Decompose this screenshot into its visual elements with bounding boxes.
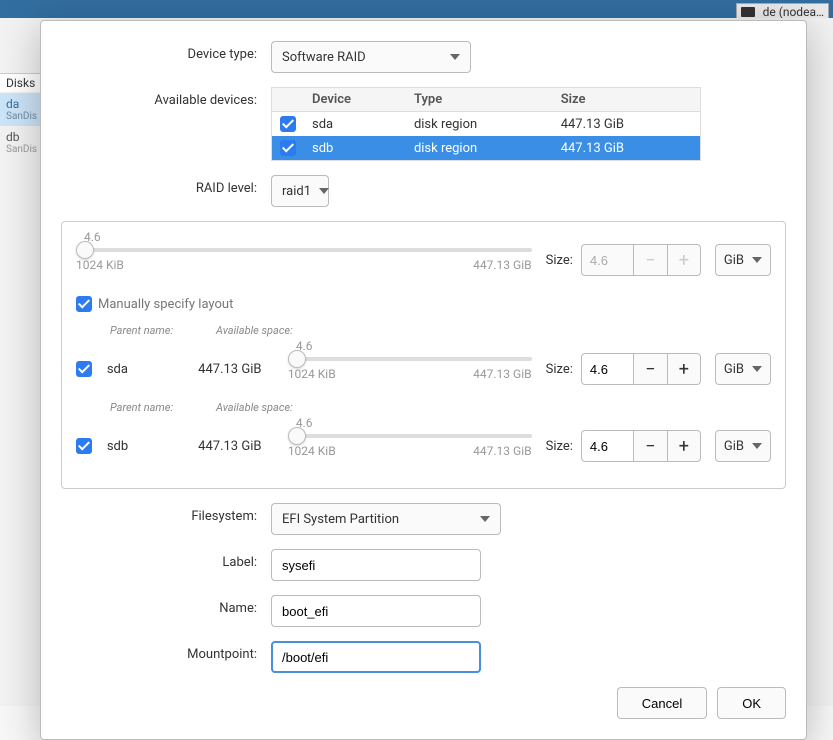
col-size[interactable]: Size xyxy=(553,88,701,112)
cancel-button[interactable]: Cancel xyxy=(617,687,707,719)
slider-min: 1024 KiB xyxy=(288,444,336,458)
available-devices-label: Available devices: xyxy=(61,87,271,108)
layout-slider-sdb[interactable]: 4.6 1024 KiB 447.13 GiB xyxy=(288,418,532,474)
cell-type: disk region xyxy=(406,112,553,137)
disks-sidebar: da SanDis db SanDis xyxy=(0,93,40,159)
raid-level-label: RAID level: xyxy=(61,175,271,196)
size-decrement[interactable]: − xyxy=(633,430,667,462)
sidebar-disk-sub: SanDis xyxy=(6,144,34,155)
chevron-down-icon xyxy=(752,366,762,372)
filesystem-label: Filesystem: xyxy=(61,503,271,524)
slider-max: 447.13 GiB xyxy=(473,444,531,458)
size-label: Size: xyxy=(546,362,573,377)
unit-value: GiB xyxy=(724,253,744,268)
cell-size: 447.13 GiB xyxy=(553,112,701,137)
mountpoint-label: Mountpoint: xyxy=(61,641,271,662)
header-parent-name: Parent name: xyxy=(110,401,202,414)
col-type[interactable]: Type xyxy=(406,88,553,112)
size-section: 4.6 1024 KiB 447.13 GiB Size: − + GiB xyxy=(61,221,786,489)
size-label: Size: xyxy=(546,439,573,454)
chevron-down-icon xyxy=(752,443,762,449)
device-row-sda[interactable]: sda disk region 447.13 GiB xyxy=(272,112,701,137)
chevron-down-icon xyxy=(319,188,329,194)
filesystem-value: EFI System Partition xyxy=(282,512,399,527)
size-increment: + xyxy=(667,244,701,276)
size-decrement: − xyxy=(633,244,667,276)
header-available-space: Available space: xyxy=(216,324,306,337)
cell-device: sda xyxy=(304,112,406,137)
size-increment[interactable]: + xyxy=(667,430,701,462)
device-type-value: Software RAID xyxy=(282,50,366,65)
device-check-sdb[interactable] xyxy=(280,140,296,156)
sidebar-disk-name: da xyxy=(6,97,34,111)
overall-size-stepper: − + xyxy=(581,244,701,276)
window-titlebar: de (nodea… xyxy=(0,0,833,18)
layout-check-sdb[interactable] xyxy=(76,438,92,454)
slider-min: 1024 KiB xyxy=(288,367,336,381)
col-device[interactable]: Device xyxy=(304,88,406,112)
available-devices-table: Device Type Size sda disk region 447.13 … xyxy=(271,87,701,161)
name-input[interactable] xyxy=(271,595,481,627)
layout-size-stepper-sdb: − + xyxy=(581,430,701,462)
slider-min: 1024 KiB xyxy=(76,258,124,272)
layout-size-unit-sdb[interactable]: GiB xyxy=(715,430,771,462)
cell-device: sdb xyxy=(304,136,406,161)
slider-thumb[interactable] xyxy=(288,350,306,368)
raid-level-value: raid1 xyxy=(282,184,311,199)
overall-size-input[interactable] xyxy=(581,244,633,276)
filesystem-combo[interactable]: EFI System Partition xyxy=(271,503,501,535)
layout-parent: sda xyxy=(107,362,184,377)
size-label: Size: xyxy=(546,253,573,268)
layout-size-unit-sda[interactable]: GiB xyxy=(715,353,771,385)
chevron-down-icon xyxy=(480,516,490,522)
slider-max: 447.13 GiB xyxy=(473,258,531,272)
device-type-label: Device type: xyxy=(61,41,271,62)
manual-layout-label: Manually specify layout xyxy=(98,297,233,312)
keyboard-layout-label: de (nodea… xyxy=(763,5,824,19)
manual-layout-checkbox[interactable] xyxy=(76,296,92,312)
overall-size-unit[interactable]: GiB xyxy=(715,244,771,276)
chevron-down-icon xyxy=(752,257,762,263)
mountpoint-input[interactable] xyxy=(271,641,481,673)
name-field-label: Name: xyxy=(61,595,271,616)
layout-check-sda[interactable] xyxy=(76,361,92,377)
label-field-label: Label: xyxy=(61,549,271,570)
cell-type: disk region xyxy=(406,136,553,161)
sidebar-disk-name: db xyxy=(6,130,34,144)
layout-row-sdb: sdb 447.13 GiB 4.6 1024 KiB 447.13 GiB S… xyxy=(76,414,771,478)
layout-grid: Parent name: Available space: sda 447.13… xyxy=(76,324,771,478)
layout-parent: sdb xyxy=(107,439,184,454)
layout-size-input-sda[interactable] xyxy=(581,353,633,385)
label-input[interactable] xyxy=(271,549,481,581)
device-type-combo[interactable]: Software RAID xyxy=(271,41,471,73)
ok-button[interactable]: OK xyxy=(717,687,786,719)
slider-thumb[interactable] xyxy=(76,241,94,259)
device-row-sdb[interactable]: sdb disk region 447.13 GiB xyxy=(272,136,701,161)
slider-thumb[interactable] xyxy=(288,427,306,445)
sidebar-disk-sub: SanDis xyxy=(6,111,34,122)
size-increment[interactable]: + xyxy=(667,353,701,385)
cell-size: 447.13 GiB xyxy=(553,136,701,161)
raid-level-combo[interactable]: raid1 xyxy=(271,175,329,207)
disks-tab[interactable]: Disks xyxy=(0,73,41,92)
raid-dialog: Device type: Software RAID Available dev… xyxy=(40,20,807,740)
layout-slider-sda[interactable]: 4.6 1024 KiB 447.13 GiB xyxy=(288,341,532,397)
layout-size-stepper-sda: − + xyxy=(581,353,701,385)
layout-space: 447.13 GiB xyxy=(198,439,274,454)
slider-max: 447.13 GiB xyxy=(473,367,531,381)
layout-size-input-sdb[interactable] xyxy=(581,430,633,462)
overall-size-slider[interactable]: 4.6 1024 KiB 447.13 GiB xyxy=(76,232,532,288)
layout-row-sda: sda 447.13 GiB 4.6 1024 KiB 447.13 GiB S… xyxy=(76,337,771,401)
header-available-space: Available space: xyxy=(216,401,306,414)
layout-space: 447.13 GiB xyxy=(198,362,274,377)
header-parent-name: Parent name: xyxy=(110,324,202,337)
sidebar-disk-sdb[interactable]: db SanDis xyxy=(0,126,40,159)
unit-value: GiB xyxy=(724,362,744,377)
device-check-sda[interactable] xyxy=(280,116,296,132)
chevron-down-icon xyxy=(450,54,460,60)
size-decrement[interactable]: − xyxy=(633,353,667,385)
unit-value: GiB xyxy=(724,439,744,454)
sidebar-disk-sda[interactable]: da SanDis xyxy=(0,93,40,126)
